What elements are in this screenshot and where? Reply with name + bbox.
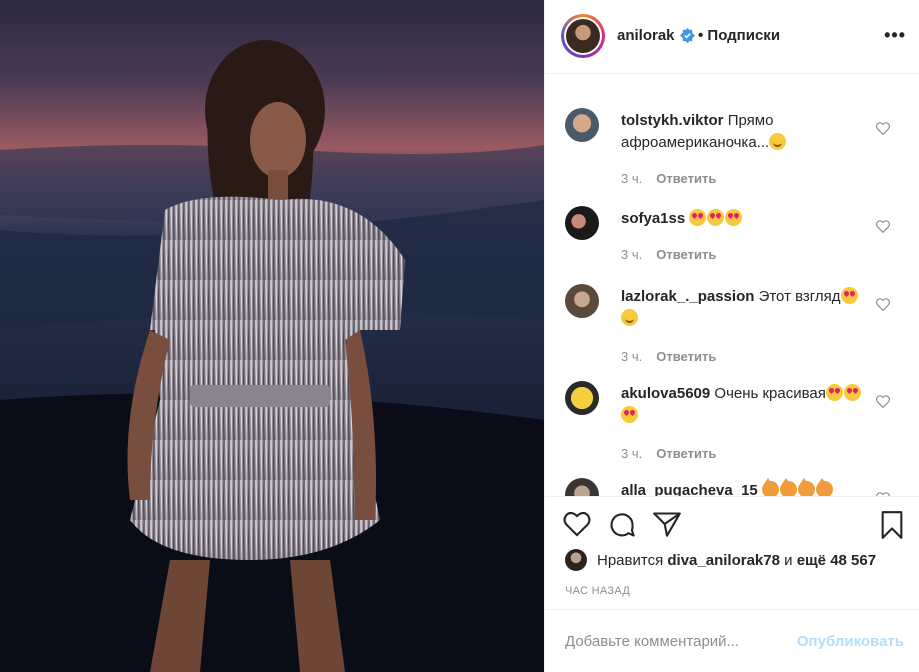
reply-button[interactable]: Ответить [656,171,716,186]
heart-eyes-emoji-icon [843,384,861,401]
commenter-username[interactable]: tolstykh.viktor [621,112,724,129]
comment-meta: 3 ч. Ответить [621,247,716,262]
reply-button[interactable]: Ответить [656,247,716,262]
post-photo[interactable] [0,0,544,672]
post-header: anilorak • Подписки ••• [545,0,919,74]
comment-time: 3 ч. [621,446,643,461]
commenter-avatar[interactable] [565,381,599,415]
commenter-avatar[interactable] [565,478,599,496]
reply-button[interactable]: Ответить [656,349,716,364]
likes-summary: Нравится diva_anilorak78 и ещё 48 567 [565,549,905,575]
likes-count-link[interactable]: ещё 48 567 [797,552,876,569]
likes-text: Нравится diva_anilorak78 и ещё 48 567 [597,552,877,569]
save-bookmark-icon[interactable] [880,511,904,539]
publish-button[interactable]: Опубликовать [797,633,904,650]
cat-emoji-icon [779,478,797,496]
heart-eyes-emoji-icon [689,209,707,226]
post-actions-bar [545,496,919,539]
liker-username[interactable]: diva_anilorak78 [667,552,780,569]
reply-button[interactable]: Ответить [656,446,716,461]
comment-text: sofya1ss [621,208,871,230]
like-comment-icon[interactable] [876,298,890,311]
share-send-icon[interactable] [653,511,681,537]
comments-list[interactable]: 3 ч. Ответить tolstykh.viktor Прямо афроа… [545,74,919,496]
post-side-panel: anilorak • Подписки ••• 3 ч. Ответить tol… [544,0,919,672]
cat-emoji-icon [797,478,815,496]
comment-text: akulova5609 Очень красивая [621,383,871,427]
comment-time: 3 ч. [621,349,643,364]
commenter-avatar[interactable] [565,206,599,240]
commenter-username[interactable]: lazlorak_._passion [621,288,754,305]
comment-bubble-icon[interactable] [608,511,636,539]
cat-emoji-icon [815,478,833,496]
verified-badge-icon [680,28,695,43]
commenter-username[interactable]: akulova5609 [621,385,710,402]
comment-text: lazlorak_._passion Этот взгляд [621,286,871,330]
comment-text: tolstykh.viktor Прямо афроамериканочка..… [621,110,871,154]
commenter-avatar[interactable] [565,284,599,318]
like-comment-icon[interactable] [876,122,890,135]
author-username[interactable]: anilorak [617,27,675,44]
comment-meta-cutoff: 3 ч.Ответить [621,74,716,75]
more-options-icon[interactable]: ••• [884,25,906,46]
comment-time: 3 ч. [621,247,643,262]
like-heart-icon[interactable] [563,511,591,537]
commenter-username[interactable]: alla_pugacheva_15 [621,482,758,496]
like-comment-icon[interactable] [876,395,890,408]
comment-meta: 3 ч. Ответить [621,349,716,364]
heart-eyes-emoji-icon [825,384,843,401]
comment-input[interactable]: Добавьте комментарий... [565,633,739,650]
heart-eyes-emoji-icon [725,209,743,226]
comment-text: alla_pugacheva_15 [621,478,871,496]
liker-avatar[interactable] [565,549,587,571]
add-comment-bar: Добавьте комментарий... Опубликовать [545,609,919,672]
photo-image [0,0,544,672]
heart-eyes-emoji-icon [840,287,858,304]
author-avatar[interactable] [561,14,605,58]
heart-eyes-emoji-icon [621,406,638,423]
following-button[interactable]: • Подписки [698,27,780,44]
comment-meta: 3 ч. Ответить [621,171,716,186]
comment-meta: 3 ч. Ответить [621,446,716,461]
commenter-avatar[interactable] [565,108,599,142]
post-timestamp[interactable]: ЧАС НАЗАД [565,585,630,597]
smile-emoji-icon [769,133,787,150]
comment-time: 3 ч. [621,171,643,186]
cat-emoji-icon [761,478,779,496]
like-comment-icon[interactable] [876,220,890,233]
smile-emoji-icon [621,309,638,326]
commenter-username[interactable]: sofya1ss [621,210,685,227]
post-viewer: anilorak • Подписки ••• 3 ч. Ответить tol… [0,0,919,672]
heart-eyes-emoji-icon [707,209,725,226]
